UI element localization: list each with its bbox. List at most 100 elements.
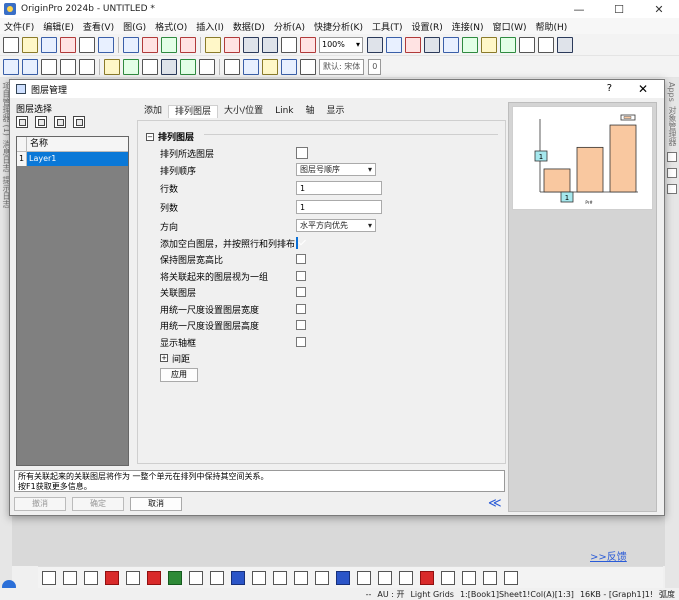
maximize-button[interactable]: ☐ [599,0,639,18]
import-icon[interactable] [161,36,177,53]
treat-linked-checkbox[interactable] [296,271,306,281]
menu-help[interactable]: 帮助(H) [535,20,567,33]
new-workbook-icon[interactable] [41,36,57,53]
status-angle-unit[interactable]: 弧度 [659,589,675,600]
select-layer-icon[interactable] [35,116,47,128]
select-all-layers-icon[interactable] [16,116,28,128]
arrange-selected-checkbox[interactable] [296,147,308,159]
template-icon[interactable] [252,570,266,585]
error-bar-icon[interactable] [147,570,161,585]
command-window-icon[interactable] [557,36,573,53]
tree-icon[interactable] [462,36,478,53]
layer-row[interactable]: 1 Layer1 [17,152,128,166]
new-graph-icon[interactable] [60,36,76,53]
help-button[interactable]: ? [607,83,612,94]
cancel-button[interactable]: 取消 [130,497,182,511]
dialog-close-button[interactable]: ✕ [638,82,648,96]
plot-3d-icon[interactable] [273,570,287,585]
rescale-icon[interactable] [60,58,76,75]
direction-dropdown[interactable]: 水平方向优先 ▾ [296,219,376,232]
recalculate-icon[interactable] [281,36,297,53]
apply-button[interactable]: 应用 [160,368,198,382]
new-function-icon[interactable] [98,36,114,53]
menu-data[interactable]: 数据(D) [233,20,265,33]
open-cloud-icon[interactable] [224,36,240,53]
stock-plot-icon[interactable] [210,570,224,585]
link-layers-checkbox[interactable] [296,287,306,297]
open-icon[interactable] [205,36,221,53]
column-icon[interactable] [104,58,120,75]
tab-add[interactable]: 添加 [138,105,168,118]
export-icon[interactable] [180,36,196,53]
arrow-left-icon[interactable] [3,58,19,75]
line-symbol-plot-icon[interactable] [84,570,98,585]
menu-window[interactable]: 窗口(W) [493,20,527,33]
spacing-group-header[interactable]: + 间距 [160,351,190,365]
save-template-icon[interactable] [262,36,278,53]
dialog-titlebar[interactable]: 图层管理 ? ✕ [10,80,664,98]
expand-icon[interactable]: + [160,354,168,362]
scatter-plot-icon[interactable] [63,570,77,585]
axis-icon[interactable] [483,570,497,585]
arrow-right-icon[interactable] [22,58,38,75]
stat-plot-icon[interactable] [126,570,140,585]
mask-icon[interactable] [199,58,215,75]
collapse-icon[interactable]: − [146,132,154,141]
layer-icon[interactable] [424,36,440,53]
new-matrix-icon[interactable] [79,36,95,53]
copy-page-icon[interactable] [386,36,402,53]
zoom-select[interactable]: 100% ▾ [319,36,363,53]
polar-plot-icon[interactable] [189,570,203,585]
paste-layer-icon[interactable] [73,116,85,128]
copy-icon[interactable] [243,58,259,75]
keep-ratio-checkbox[interactable] [296,254,306,264]
object-manager-tab[interactable]: 对象管理器 [667,106,678,146]
collapse-preview-button[interactable]: ≪ [488,496,502,511]
tab-size-position[interactable]: 大小/位置 [218,105,269,118]
merge-graph-icon[interactable] [441,570,455,585]
zoom-in-icon[interactable] [481,36,497,53]
matrix-plot-icon[interactable] [357,570,371,585]
status-theme[interactable]: Light Grids [410,590,453,599]
area-plot-icon[interactable] [168,570,182,585]
menu-connect[interactable]: 连接(N) [452,20,484,33]
new-project-icon[interactable] [3,36,19,53]
image-plot-icon[interactable] [378,570,392,585]
show-frame-checkbox[interactable] [296,337,306,347]
pin-icon[interactable] [79,58,95,75]
menu-view[interactable]: 查看(V) [83,20,114,33]
add-data-icon[interactable] [41,58,57,75]
tab-arrange-layers[interactable]: 排列图层 [168,105,219,118]
redo-icon[interactable] [300,58,316,75]
layer-name[interactable]: Layer1 [27,152,128,166]
new-layout-icon[interactable] [123,36,139,53]
menu-graph[interactable]: 图(G) [123,20,146,33]
export-page-icon[interactable] [405,36,421,53]
minimize-button[interactable]: — [559,0,599,18]
tab-axis[interactable]: 轴 [300,105,321,118]
arrange-icon[interactable] [443,36,459,53]
font-size-select[interactable]: 0 [368,58,382,75]
feedback-link[interactable]: >>反馈 [590,548,627,563]
statistics-icon[interactable] [161,58,177,75]
script-window-icon[interactable] [538,36,554,53]
find-icon[interactable] [500,36,516,53]
tab-link[interactable]: Link [269,105,299,118]
menu-edit[interactable]: 编辑(E) [43,20,74,33]
same-width-checkbox[interactable] [296,304,306,314]
menu-tools[interactable]: 工具(T) [372,20,403,33]
new-folder-icon[interactable] [22,36,38,53]
undo-button[interactable]: 撤消 [14,497,66,511]
ternary-icon[interactable] [399,570,413,585]
menu-quick-analysis[interactable]: 快捷分析(K) [314,20,363,33]
multi-panel-icon[interactable] [420,570,434,585]
new-notes-icon[interactable] [142,36,158,53]
menu-settings[interactable]: 设置(R) [412,20,443,33]
text-tool-icon[interactable] [667,167,677,178]
menu-file[interactable]: 文件(F) [4,20,34,33]
apps-tab[interactable]: Apps [667,82,676,102]
waterfall-icon[interactable] [315,570,329,585]
copy-layer-icon[interactable] [54,116,66,128]
same-height-checkbox[interactable] [296,320,306,330]
line-plot-icon[interactable] [42,570,56,585]
